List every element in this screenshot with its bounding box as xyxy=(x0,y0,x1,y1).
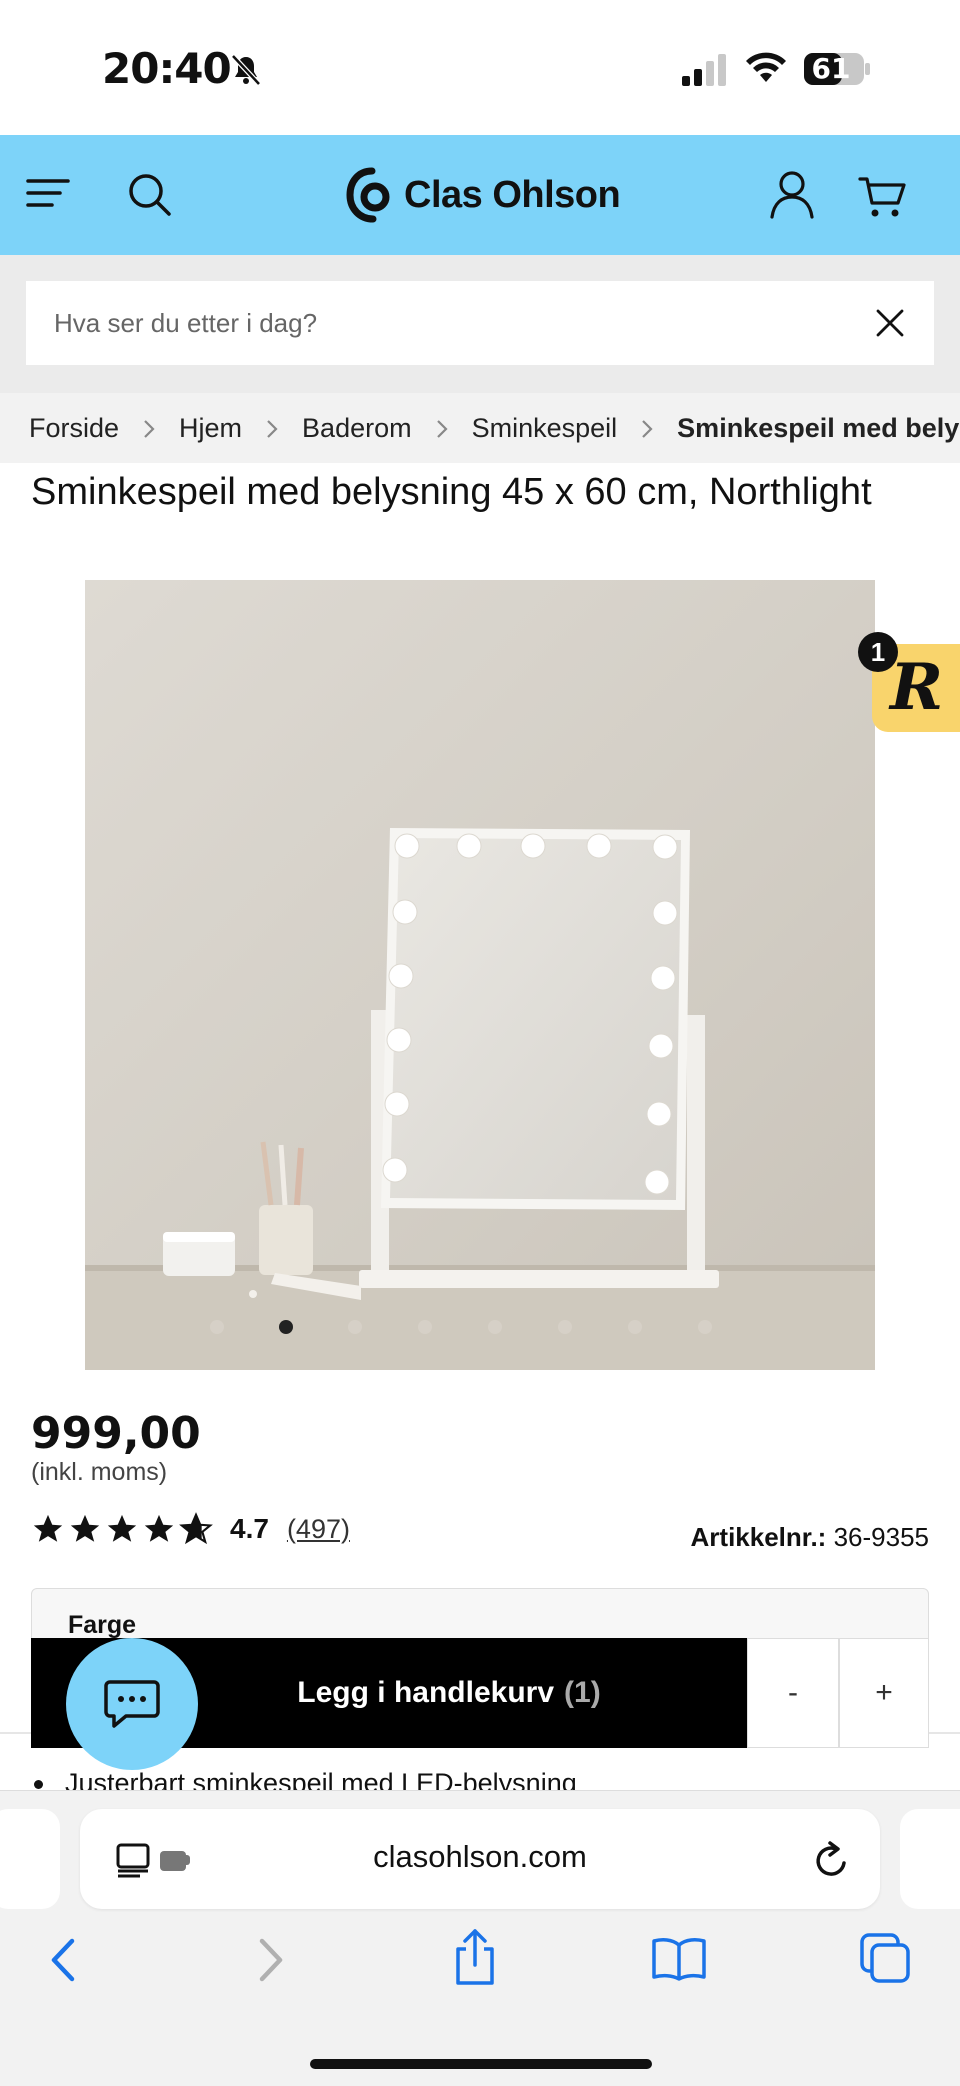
carousel-dot-active[interactable] xyxy=(279,1320,293,1334)
chevron-right-icon xyxy=(267,419,278,438)
breadcrumb-item-hjem[interactable]: Hjem xyxy=(179,413,242,444)
share-icon[interactable] xyxy=(450,1927,500,1987)
quantity-increase-button[interactable]: + xyxy=(839,1638,929,1748)
star-partial-icon xyxy=(179,1512,213,1545)
tabs-icon[interactable] xyxy=(858,1931,912,1985)
star-full-icon xyxy=(70,1514,100,1542)
breadcrumb-item-baderom[interactable]: Baderom xyxy=(302,413,412,444)
chevron-right-icon xyxy=(144,419,155,438)
chat-button[interactable] xyxy=(66,1638,198,1770)
bookmarks-icon[interactable] xyxy=(650,1935,708,1981)
review-count-link[interactable]: (497) xyxy=(287,1514,350,1545)
next-tab-preview[interactable] xyxy=(900,1809,960,1909)
search-input[interactable] xyxy=(54,281,854,365)
vat-note: (inkl. moms) xyxy=(31,1458,168,1486)
bullet-dot xyxy=(34,1780,43,1790)
url-text: clasohlson.com xyxy=(373,1839,587,1874)
add-to-cart-qty: (1) xyxy=(564,1676,601,1709)
site-header: Clas Ohlson xyxy=(0,135,960,255)
carousel-dot[interactable] xyxy=(698,1320,712,1334)
search-icon[interactable] xyxy=(126,171,172,217)
carousel-dot[interactable] xyxy=(628,1320,642,1334)
chevron-right-icon xyxy=(436,419,448,438)
search-box xyxy=(26,281,934,365)
star-full-icon xyxy=(144,1514,174,1542)
star-full-icon xyxy=(33,1514,63,1542)
back-icon[interactable] xyxy=(44,1935,80,1985)
quantity-decrease-button[interactable]: - xyxy=(747,1638,839,1748)
logo-mark-icon xyxy=(346,167,390,223)
product-price: 999,00 xyxy=(31,1408,201,1459)
article-number-value: 36-9355 xyxy=(833,1522,929,1552)
chevron-right-icon xyxy=(642,419,653,438)
breadcrumb: Forside Hjem Baderom Sminkespeil Sminkes… xyxy=(0,393,960,463)
battery-level: 61 xyxy=(811,52,851,85)
carousel-dot[interactable] xyxy=(348,1320,362,1334)
carousel-dot[interactable] xyxy=(418,1320,432,1334)
home-indicator xyxy=(310,2059,652,2069)
reload-icon[interactable] xyxy=(812,1839,852,1881)
reviews-widget-count: 1 xyxy=(858,632,898,672)
carousel-dot[interactable] xyxy=(488,1320,502,1334)
color-label: Farge xyxy=(68,1611,137,1639)
chat-icon xyxy=(104,1680,160,1728)
breadcrumb-item-current: Sminkespeil med belysning 45 x 60 cm, No… xyxy=(677,413,960,443)
brand-logo[interactable]: Clas Ohlson xyxy=(346,165,621,225)
brand-name: Clas Ohlson xyxy=(404,173,621,216)
carousel-dot[interactable] xyxy=(210,1320,224,1334)
product-title: Sminkespeil med belysning 45 x 60 cm, No… xyxy=(31,471,872,513)
bell-slash-icon xyxy=(231,54,261,86)
close-icon[interactable] xyxy=(874,307,906,339)
breadcrumb-item-forside[interactable]: Forside xyxy=(29,413,119,444)
menu-icon[interactable] xyxy=(26,173,72,213)
add-to-cart-label: Legg i handlekurv xyxy=(297,1676,555,1709)
forward-icon[interactable] xyxy=(254,1935,290,1985)
image-carousel-dots xyxy=(0,1320,960,1340)
breadcrumb-item-sminkespeil[interactable]: Sminkespeil xyxy=(472,413,618,444)
previous-tab-preview[interactable] xyxy=(0,1809,60,1909)
article-number: Artikkelnr.: 36-9355 xyxy=(691,1522,929,1553)
product-image[interactable] xyxy=(85,580,875,1370)
product-rating[interactable]: 4.7 (497) xyxy=(31,1512,350,1546)
address-bar[interactable]: clasohlson.com xyxy=(80,1809,880,1909)
cart-icon[interactable] xyxy=(858,173,908,219)
user-icon[interactable] xyxy=(768,169,816,219)
reviews-widget-letter: R xyxy=(890,650,944,725)
article-number-label: Artikkelnr.: xyxy=(690,1522,827,1552)
wifi-icon xyxy=(746,52,786,82)
status-bar: 20:40 61 xyxy=(0,0,960,135)
carousel-dot[interactable] xyxy=(558,1320,572,1334)
star-full-icon xyxy=(107,1514,137,1542)
rating-value: 4.7 xyxy=(230,1513,269,1544)
browser-toolbar: clasohlson.com xyxy=(0,1790,960,2086)
status-time: 20:40 xyxy=(102,44,232,93)
signal-icon xyxy=(682,54,726,86)
search-area xyxy=(0,255,960,393)
